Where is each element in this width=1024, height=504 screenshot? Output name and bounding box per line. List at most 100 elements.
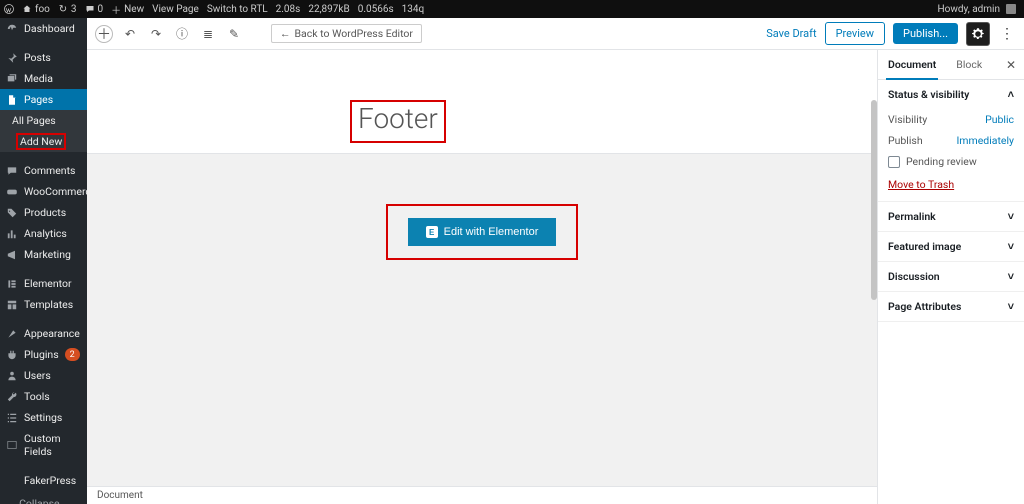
- add-block-button[interactable]: ＋: [95, 25, 113, 43]
- site-name[interactable]: foo: [22, 4, 50, 15]
- sidebar-item-marketing[interactable]: Marketing: [0, 244, 87, 265]
- sidebar-item-plugins[interactable]: Plugins2: [0, 344, 87, 365]
- visibility-value-link[interactable]: Public: [985, 113, 1014, 126]
- back-to-wp-editor-button[interactable]: ← Back to WordPress Editor: [271, 24, 422, 43]
- settings-panel: Document Block ✕ Status & visibility ˄ V…: [877, 50, 1024, 504]
- comment-bubble-icon: [85, 4, 95, 14]
- edit-button[interactable]: ✎: [225, 25, 243, 43]
- sidebar-item-label: Media: [24, 72, 53, 85]
- settings-gear-button[interactable]: [966, 22, 990, 46]
- debug-load-time[interactable]: 2.08s: [276, 4, 301, 15]
- sidebar-item-tools[interactable]: Tools: [0, 386, 87, 407]
- sidebar-item-analytics[interactable]: Analytics: [0, 223, 87, 244]
- redo-button[interactable]: ↷: [147, 25, 165, 43]
- switch-rtl-link[interactable]: Switch to RTL: [207, 4, 268, 15]
- plus-icon: ＋: [111, 4, 121, 14]
- chevron-down-icon: ˅: [1008, 300, 1014, 313]
- section-head-featured-image[interactable]: Featured image ˅: [878, 232, 1024, 261]
- section-head-status[interactable]: Status & visibility ˄: [878, 80, 1024, 109]
- section-head-permalink[interactable]: Permalink ˅: [878, 202, 1024, 231]
- products-icon: [6, 207, 18, 219]
- wordpress-logo-icon[interactable]: [4, 4, 14, 14]
- publish-date-label: Publish: [888, 134, 923, 147]
- sidebar-item-elementor[interactable]: Elementor: [0, 273, 87, 294]
- sidebar-subitem-all-pages[interactable]: All Pages: [0, 110, 87, 131]
- sidebar-item-media[interactable]: Media: [0, 68, 87, 89]
- debug-query-count[interactable]: 134q: [402, 4, 425, 15]
- comments-indicator[interactable]: 0: [85, 4, 104, 15]
- tab-document[interactable]: Document: [878, 50, 946, 79]
- sidebar-item-comments[interactable]: Comments: [0, 160, 87, 181]
- debug-memory[interactable]: 22,897kB: [308, 4, 349, 15]
- user-avatar-icon[interactable]: [1006, 4, 1016, 14]
- sidebar-item-label: Dashboard: [24, 22, 75, 35]
- sidebar-item-label: Appearance: [24, 327, 80, 340]
- pending-review-label: Pending review: [906, 155, 977, 168]
- outline-button[interactable]: ≣: [199, 25, 217, 43]
- sidebar-item-appearance[interactable]: Appearance: [0, 323, 87, 344]
- sidebar-item-label: WooCommerce: [24, 185, 96, 198]
- settings-tabs: Document Block ✕: [878, 50, 1024, 80]
- close-settings-button[interactable]: ✕: [998, 50, 1024, 79]
- sidebar-item-label: Products: [24, 206, 66, 219]
- chevron-down-icon: ˅: [1008, 210, 1014, 223]
- debug-query-time[interactable]: 0.0566s: [358, 4, 394, 15]
- sidebar-item-templates[interactable]: Templates: [0, 294, 87, 315]
- sidebar-item-settings[interactable]: Settings: [0, 407, 87, 428]
- elementor-button-highlight: E Edit with Elementor: [386, 204, 579, 260]
- woo-icon: [6, 186, 18, 198]
- info-button[interactable]: ⓘ: [173, 25, 191, 43]
- arrow-left-icon: ←: [280, 27, 291, 40]
- sidebar-item-users[interactable]: Users: [0, 365, 87, 386]
- chevron-down-icon: ˅: [1008, 240, 1014, 253]
- publish-button[interactable]: Publish...: [893, 23, 958, 44]
- section-head-discussion[interactable]: Discussion ˅: [878, 262, 1024, 291]
- sidebar-item-products[interactable]: Products: [0, 202, 87, 223]
- preview-button[interactable]: Preview: [825, 22, 885, 45]
- new-content[interactable]: ＋ New: [111, 4, 144, 15]
- sidebar-item-woocommerce[interactable]: WooCommerce: [0, 181, 87, 202]
- add-new-highlight: Add New: [16, 133, 66, 150]
- sidebar-item-fakerpress[interactable]: FakerPress: [0, 470, 87, 491]
- view-page-link[interactable]: View Page: [152, 4, 199, 15]
- chevron-up-icon: ˄: [1008, 88, 1014, 101]
- publish-date-link[interactable]: Immediately: [956, 134, 1014, 147]
- editor-canvas: Footer E Edit with Elementor Document: [87, 50, 877, 504]
- collapse-menu[interactable]: ◀ Collapse menu: [0, 491, 87, 504]
- sidebar-item-custom-fields[interactable]: Custom Fields: [0, 428, 87, 462]
- sidebar-subitem-add-new[interactable]: Add New: [0, 131, 87, 152]
- sidebar-item-label: Elementor: [24, 277, 72, 290]
- move-to-trash-link[interactable]: Move to Trash: [888, 172, 954, 191]
- sidebar-item-label: Posts: [24, 51, 51, 64]
- sidebar-item-label: Templates: [24, 298, 73, 311]
- sidebar-item-label: Custom Fields: [24, 432, 81, 458]
- sidebar-item-label: Users: [24, 369, 51, 382]
- templates-icon: [6, 299, 18, 311]
- sidebar-item-pages[interactable]: Pages: [0, 89, 87, 110]
- howdy-user[interactable]: Howdy, admin: [938, 4, 1000, 15]
- edit-with-elementor-button[interactable]: E Edit with Elementor: [408, 218, 557, 246]
- plugins-icon: [6, 349, 18, 361]
- more-options-button[interactable]: ⋮: [998, 22, 1016, 46]
- footer-breadcrumb-document[interactable]: Document: [97, 490, 143, 501]
- pending-review-checkbox[interactable]: [888, 156, 900, 168]
- undo-button[interactable]: ↶: [121, 25, 139, 43]
- updates-indicator[interactable]: ↻ 3: [58, 4, 77, 15]
- section-head-page-attributes[interactable]: Page Attributes ˅: [878, 292, 1024, 321]
- sidebar-subitem-label: All Pages: [12, 114, 56, 127]
- home-icon: [22, 4, 32, 14]
- editor-scrollbar[interactable]: [871, 100, 877, 300]
- page-title-input[interactable]: Footer: [358, 102, 438, 135]
- sidebar-item-posts[interactable]: Posts: [0, 47, 87, 68]
- users-icon: [6, 370, 18, 382]
- admin-bar: foo ↻ 3 0 ＋ New View Page Switch to RTL …: [0, 0, 1024, 18]
- pin-icon: [6, 52, 18, 64]
- dashboard-icon: [6, 23, 18, 35]
- save-draft-button[interactable]: Save Draft: [766, 27, 816, 40]
- sidebar-item-label: FakerPress: [24, 474, 76, 487]
- admin-sidebar: Dashboard Posts Media Pages All Pages Add New…: [0, 18, 87, 504]
- visibility-label: Visibility: [888, 113, 927, 126]
- editor: ＋ ↶ ↷ ⓘ ≣ ✎ ← Back to WordPress Editor S…: [87, 18, 1024, 504]
- sidebar-item-dashboard[interactable]: Dashboard: [0, 18, 87, 39]
- tab-block[interactable]: Block: [946, 50, 992, 79]
